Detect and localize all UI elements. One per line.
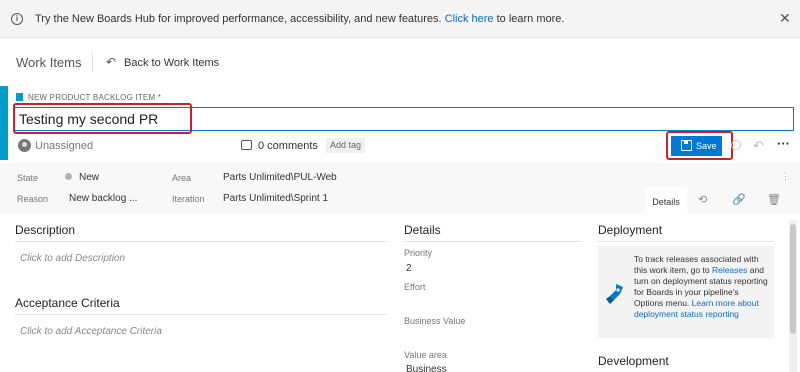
iteration-label: Iteration [172, 194, 205, 204]
work-item-type-label: NEW PRODUCT BACKLOG ITEM * [28, 93, 162, 102]
info-icon: i [11, 13, 23, 25]
backlog-item-icon [16, 93, 23, 101]
iteration-value[interactable]: Parts Unlimited\Sprint 1 [223, 193, 328, 204]
area-label: Area [172, 173, 192, 183]
details-divider [404, 241, 582, 242]
acceptance-field[interactable]: Click to add Acceptance Criteria [20, 326, 162, 337]
deployment-heading: Deployment [598, 223, 663, 237]
releases-link[interactable]: Releases [712, 265, 747, 275]
band-more-icon[interactable]: ⋮ [781, 171, 790, 182]
state-dot-icon [65, 173, 72, 180]
banner-message: Try the New Boards Hub for improved perf… [35, 13, 564, 25]
area-value[interactable]: Parts Unlimited\PUL-Web [223, 172, 337, 183]
history-icon[interactable]: ⟲ [698, 193, 707, 206]
rocket-icon [606, 284, 623, 304]
close-icon[interactable]: ✕ [779, 10, 791, 27]
development-heading: Development [598, 354, 669, 368]
description-heading: Description [15, 223, 76, 237]
description-field[interactable]: Click to add Description [20, 253, 125, 264]
reason-label: Reason [17, 194, 49, 204]
follow-icon[interactable] [731, 140, 741, 150]
banner-text: Try the New Boards Hub for improved perf… [35, 13, 442, 25]
comment-icon[interactable] [241, 140, 252, 150]
business-value-label: Business Value [404, 316, 466, 326]
comments-link[interactable]: 0 comments [258, 140, 318, 152]
priority-value[interactable]: 2 [406, 263, 412, 274]
acceptance-heading: Acceptance Criteria [15, 296, 120, 310]
info-banner: i Try the New Boards Hub for improved pe… [0, 0, 800, 38]
deployment-divider [598, 241, 774, 242]
details-heading: Details [404, 223, 441, 237]
avatar-icon[interactable] [18, 139, 31, 152]
more-actions-icon[interactable]: ··· [777, 136, 790, 151]
link-icon[interactable]: 🔗 [732, 193, 746, 206]
value-area-value[interactable]: Business [406, 364, 447, 372]
undo-icon[interactable]: ↶ [753, 138, 764, 154]
add-tag-button[interactable]: Add tag [326, 138, 366, 153]
tab-details[interactable]: Details [645, 187, 687, 213]
back-arrow-icon[interactable]: ↶ [106, 55, 116, 69]
work-item-color-bar [0, 86, 8, 160]
assignee-field[interactable]: Unassigned [35, 140, 93, 152]
acceptance-divider [15, 314, 387, 315]
state-label: State [17, 173, 39, 183]
deployment-info-text: To track releases associated with this w… [634, 254, 770, 320]
value-area-label: Value area [404, 350, 447, 360]
title-highlight-box [13, 103, 192, 134]
banner-suffix: to learn more. [493, 13, 565, 25]
effort-label: Effort [404, 282, 426, 292]
description-divider [15, 241, 387, 242]
banner-link[interactable]: Click here [445, 13, 494, 25]
save-highlight-box [666, 131, 733, 160]
back-to-work-items-link[interactable]: Back to Work Items [124, 57, 219, 69]
page-title: Work Items [16, 55, 82, 70]
header-divider [92, 53, 93, 71]
priority-label: Priority [404, 248, 433, 258]
scrollbar-thumb[interactable] [790, 224, 796, 334]
state-value[interactable]: New [79, 172, 99, 183]
reason-value[interactable]: New backlog ... [69, 193, 137, 204]
trash-icon[interactable]: 🗑 [767, 193, 781, 206]
